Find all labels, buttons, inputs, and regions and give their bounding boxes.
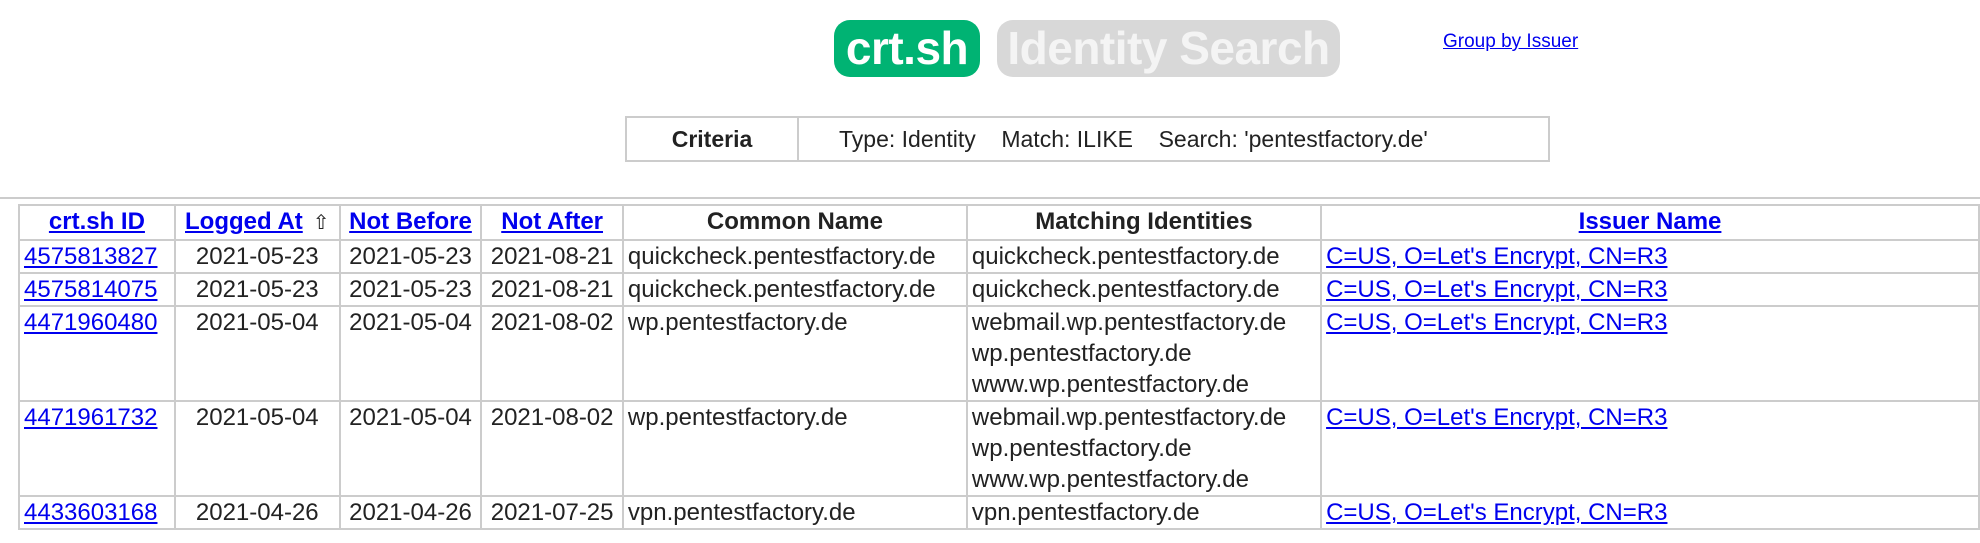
cell-not-after: 2021-08-02	[482, 307, 624, 402]
cell-common-name: vpn.pentestfactory.de	[623, 497, 968, 530]
horizontal-divider	[0, 197, 1980, 199]
column-header-crtsh-id[interactable]: crt.sh ID	[20, 206, 176, 241]
matching-identity: quickcheck.pentestfactory.de	[971, 276, 1280, 303]
issuer-link[interactable]: C=US, O=Let's Encrypt, CN=R3	[1326, 309, 1667, 336]
column-header-matching-identities: Matching Identities	[967, 206, 1323, 241]
cell-logged-at: 2021-05-23	[175, 241, 341, 274]
cell-issuer-name: C=US, O=Let's Encrypt, CN=R3	[1322, 402, 1980, 497]
matching-identity: www.wp.pentestfactory.de	[971, 466, 1249, 493]
table-row: 4433603168 2021-04-26 2021-04-26 2021-07-25…	[20, 497, 1980, 530]
matching-identity: webmail.wp.pentestfactory.de	[971, 309, 1287, 336]
cell-logged-at: 2021-05-04	[175, 402, 341, 497]
column-header-not-before[interactable]: Not Before	[340, 206, 483, 241]
results-table: crt.sh ID Logged At ⇧ Not Before Not Afte…	[18, 204, 1980, 530]
cell-not-before: 2021-04-26	[340, 497, 483, 530]
cell-matching-identities: webmail.wp.pentestfactory.de wp.pentestfa…	[967, 307, 1323, 402]
cell-common-name: wp.pentestfactory.de	[623, 402, 968, 497]
cell-issuer-name: C=US, O=Let's Encrypt, CN=R3	[1322, 307, 1980, 402]
column-header-logged-at[interactable]: Logged At ⇧	[175, 206, 341, 241]
issuer-link[interactable]: C=US, O=Let's Encrypt, CN=R3	[1326, 243, 1667, 270]
cell-not-after: 2021-07-25	[482, 497, 624, 530]
cell-matching-identities: vpn.pentestfactory.de	[967, 497, 1323, 530]
sort-link-logged-at[interactable]: Logged At	[185, 208, 303, 235]
cell-crtsh-id: 4575813827	[20, 241, 176, 274]
cell-matching-identities: quickcheck.pentestfactory.de	[967, 241, 1323, 274]
cell-logged-at: 2021-05-23	[175, 274, 341, 307]
cell-issuer-name: C=US, O=Let's Encrypt, CN=R3	[1322, 497, 1980, 530]
cell-not-before: 2021-05-04	[340, 307, 483, 402]
criteria-label: Criteria	[627, 118, 799, 160]
cell-crtsh-id: 4575814075	[20, 274, 176, 307]
certificate-id-link[interactable]: 4471961732	[24, 404, 157, 431]
table-row: 4575813827 2021-05-23 2021-05-23 2021-08-21…	[20, 241, 1980, 274]
cell-common-name: quickcheck.pentestfactory.de	[623, 241, 968, 274]
table-body: 4575813827 2021-05-23 2021-05-23 2021-08-21…	[20, 241, 1980, 530]
column-header-common-name: Common Name	[623, 206, 968, 241]
issuer-link[interactable]: C=US, O=Let's Encrypt, CN=R3	[1326, 499, 1667, 526]
cell-issuer-name: C=US, O=Let's Encrypt, CN=R3	[1322, 241, 1980, 274]
cell-crtsh-id: 4471960480	[20, 307, 176, 402]
certificate-id-link[interactable]: 4575814075	[24, 276, 157, 303]
matching-identity: vpn.pentestfactory.de	[971, 499, 1200, 526]
sort-ascending-icon: ⇧	[312, 212, 330, 234]
page-title: Identity Search	[997, 20, 1340, 77]
matching-identity: wp.pentestfactory.de	[971, 435, 1192, 462]
certificate-id-link[interactable]: 4575813827	[24, 243, 157, 270]
matching-identity: quickcheck.pentestfactory.de	[971, 243, 1280, 270]
certificate-id-link[interactable]: 4471960480	[24, 309, 157, 336]
table-row: 4471961732 2021-05-04 2021-05-04 2021-08-02…	[20, 402, 1980, 497]
criteria-box: Criteria Type: Identity Match: ILIKE Sea…	[625, 116, 1550, 162]
cell-matching-identities: quickcheck.pentestfactory.de	[967, 274, 1323, 307]
certificate-id-link[interactable]: 4433603168	[24, 499, 157, 526]
matching-identity: www.wp.pentestfactory.de	[971, 371, 1249, 398]
group-by-issuer-link[interactable]: Group by Issuer	[1443, 31, 1578, 53]
cell-not-after: 2021-08-21	[482, 274, 624, 307]
cell-not-after: 2021-08-21	[482, 241, 624, 274]
issuer-link[interactable]: C=US, O=Let's Encrypt, CN=R3	[1326, 276, 1667, 303]
matching-identity: wp.pentestfactory.de	[971, 340, 1192, 367]
column-header-not-after[interactable]: Not After	[482, 206, 624, 241]
cell-not-before: 2021-05-23	[340, 274, 483, 307]
table-row: 4575814075 2021-05-23 2021-05-23 2021-08-21…	[20, 274, 1980, 307]
criteria-value: Type: Identity Match: ILIKE Search: 'pen…	[839, 126, 1428, 152]
column-header-issuer-name[interactable]: Issuer Name	[1322, 206, 1980, 241]
cell-not-before: 2021-05-04	[340, 402, 483, 497]
sort-link-not-after[interactable]: Not After	[501, 208, 603, 235]
cell-not-before: 2021-05-23	[340, 241, 483, 274]
sort-link-crtsh-id[interactable]: crt.sh ID	[49, 208, 145, 235]
sort-link-issuer-name[interactable]: Issuer Name	[1579, 208, 1722, 235]
crtsh-logo[interactable]: crt.sh	[834, 20, 980, 77]
matching-identity: webmail.wp.pentestfactory.de	[971, 404, 1287, 431]
cell-logged-at: 2021-04-26	[175, 497, 341, 530]
cell-not-after: 2021-08-02	[482, 402, 624, 497]
cell-matching-identities: webmail.wp.pentestfactory.de wp.pentestfa…	[967, 402, 1323, 497]
issuer-link[interactable]: C=US, O=Let's Encrypt, CN=R3	[1326, 404, 1667, 431]
cell-common-name: quickcheck.pentestfactory.de	[623, 274, 968, 307]
cell-crtsh-id: 4433603168	[20, 497, 176, 530]
cell-logged-at: 2021-05-04	[175, 307, 341, 402]
table-header-row: crt.sh ID Logged At ⇧ Not Before Not Afte…	[20, 206, 1980, 241]
sort-link-not-before[interactable]: Not Before	[349, 208, 472, 235]
table-row: 4471960480 2021-05-04 2021-05-04 2021-08-02…	[20, 307, 1980, 402]
cell-common-name: wp.pentestfactory.de	[623, 307, 968, 402]
cell-issuer-name: C=US, O=Let's Encrypt, CN=R3	[1322, 274, 1980, 307]
cell-crtsh-id: 4471961732	[20, 402, 176, 497]
